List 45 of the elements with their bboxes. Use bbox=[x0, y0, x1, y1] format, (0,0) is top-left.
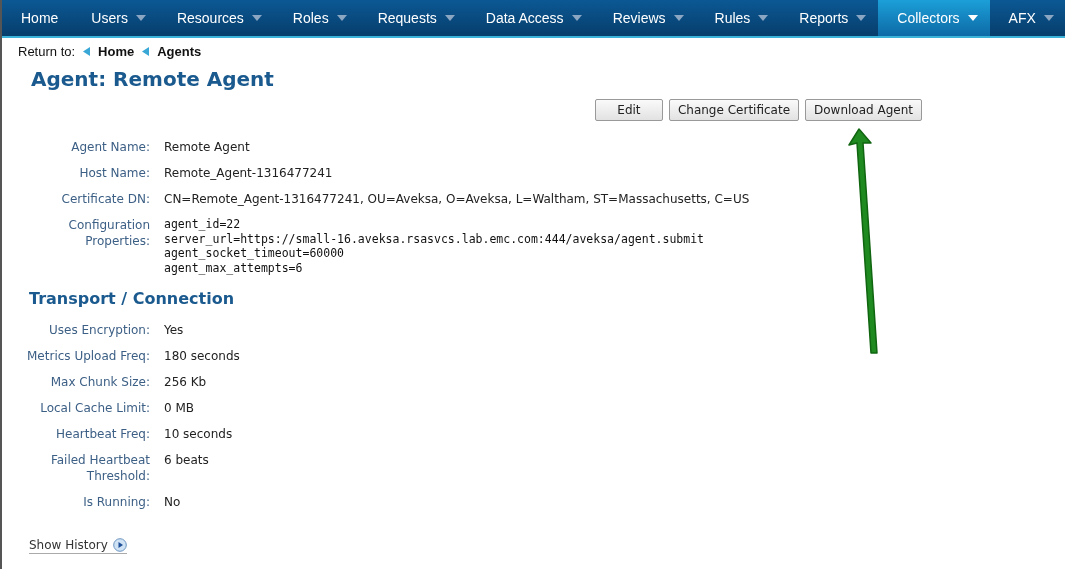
page-title: Agent: Remote Agent bbox=[31, 67, 275, 91]
field-label: Agent Name: bbox=[70, 139, 150, 155]
breadcrumb-label: Return to: bbox=[18, 44, 76, 59]
field-value: Yes bbox=[164, 322, 185, 338]
nav-tab[interactable]: Home bbox=[2, 0, 73, 36]
nav-tab[interactable]: Roles bbox=[273, 0, 359, 36]
back-arrow-icon bbox=[83, 47, 91, 56]
field-value: 256 Kb bbox=[164, 374, 208, 390]
field-label: Metrics Upload Freq: bbox=[26, 348, 150, 364]
field-label: Failed Heartbeat Threshold: bbox=[49, 452, 150, 484]
field-value: 0 MB bbox=[164, 400, 196, 416]
nav-tab[interactable]: Data Access bbox=[466, 0, 594, 36]
field-value: 10 seconds bbox=[164, 426, 234, 442]
field-value: Remote_Agent-1316477241 bbox=[164, 165, 334, 181]
action-button[interactable]: Download Agent bbox=[805, 99, 922, 121]
field-label: Heartbeat Freq: bbox=[55, 426, 150, 442]
field-value: 180 seconds bbox=[164, 348, 241, 364]
field-value: Remote Agent bbox=[164, 139, 251, 155]
field-label: Certificate DN: bbox=[60, 191, 150, 207]
config-properties: agent_id=22 server_url=https://small-16.aveksa.rsasvcs.lab.emc.com:444/aveksa/agent.submit agent_socket_timeout=60000 agent_max_attempts=6 bbox=[164, 217, 706, 275]
breadcrumb-link[interactable]: Agents bbox=[157, 44, 202, 59]
field-label: Uses Encryption: bbox=[48, 322, 150, 338]
field-label: Is Running: bbox=[82, 494, 150, 510]
back-arrow-icon bbox=[142, 47, 150, 56]
field-label: Max Chunk Size: bbox=[49, 374, 150, 390]
nav-tab[interactable]: Resources bbox=[157, 0, 274, 36]
show-history-link[interactable]: Show History bbox=[29, 538, 127, 554]
section-title: Transport / Connection bbox=[29, 289, 236, 308]
field-label: Host Name: bbox=[78, 165, 150, 181]
field-value: CN=Remote_Agent-1316477241, OU=Aveksa, O=Aveksa, L=Waltham, ST=Massachusetts, C=US bbox=[164, 191, 751, 207]
nav-tab[interactable]: Collectors bbox=[878, 0, 990, 36]
play-icon bbox=[112, 538, 127, 552]
nav-tab[interactable]: Reports bbox=[780, 0, 879, 36]
nav-tab[interactable]: Rules bbox=[695, 0, 781, 36]
nav-tab[interactable]: Users bbox=[72, 0, 158, 36]
breadcrumb-link[interactable]: Home bbox=[98, 44, 135, 59]
nav-tab[interactable]: AFX bbox=[989, 0, 1065, 36]
field-value: 6 beats bbox=[164, 452, 210, 469]
nav-tab[interactable]: Requests bbox=[358, 0, 467, 36]
field-value: No bbox=[164, 494, 182, 510]
field-label: Local Cache Limit: bbox=[39, 400, 150, 416]
field-label: Configuration Properties: bbox=[67, 217, 150, 250]
nav-tab[interactable]: Reviews bbox=[593, 0, 696, 36]
action-button[interactable]: Change Certificate bbox=[668, 99, 799, 121]
action-button[interactable]: Edit bbox=[594, 99, 663, 121]
